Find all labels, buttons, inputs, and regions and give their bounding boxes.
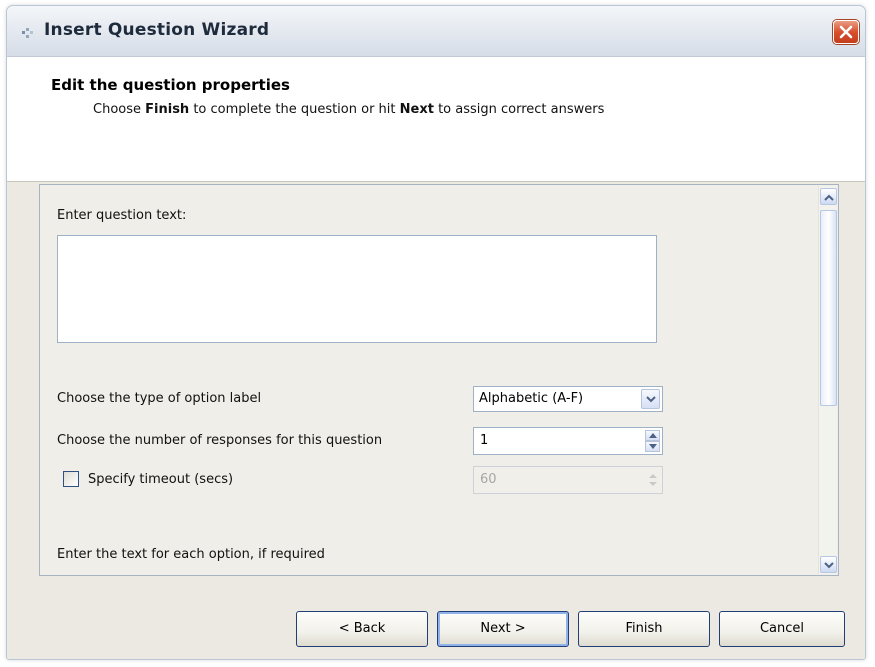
decrement-button[interactable] — [645, 441, 660, 452]
window-title: Insert Question Wizard — [44, 20, 270, 40]
wizard-window: Insert Question Wizard Edit the question… — [6, 5, 866, 660]
wizard-icon — [21, 25, 39, 41]
responses-label: Choose the number of responses for this … — [57, 433, 383, 448]
question-text-label: Enter question text: — [57, 208, 187, 223]
subtitle-text: to complete the question or hit — [189, 102, 400, 117]
timeout-spinner-icon — [647, 471, 659, 489]
subtitle-text: Choose — [93, 102, 146, 117]
responses-value: 1 — [480, 433, 489, 448]
timeout-value: 60 — [480, 472, 497, 487]
option-label-type-select[interactable]: Alphabetic (A-F) — [473, 386, 663, 412]
dropdown-button[interactable] — [641, 389, 660, 409]
title-bar[interactable]: Insert Question Wizard — [7, 6, 865, 57]
scroll-up-button[interactable] — [820, 188, 837, 205]
timeout-checkbox[interactable] — [63, 471, 79, 487]
finish-button[interactable]: Finish — [578, 611, 710, 647]
increment-button[interactable] — [645, 430, 660, 441]
subtitle-bold-finish: Finish — [145, 102, 190, 117]
question-text-input[interactable] — [57, 235, 657, 343]
next-button[interactable]: Next > — [437, 611, 569, 647]
timeout-checkbox-label: Specify timeout (secs) — [88, 472, 234, 487]
vertical-scrollbar[interactable] — [818, 186, 837, 574]
option-label-type-value: Alphabetic (A-F) — [479, 391, 584, 406]
close-button[interactable] — [833, 20, 859, 44]
timeout-input: 60 — [473, 466, 663, 494]
option-label-type-label: Choose the type of option label — [57, 391, 262, 406]
page-subtitle: Choose Finish to complete the question o… — [93, 102, 604, 117]
wizard-header: Edit the question properties Choose Fini… — [7, 57, 865, 182]
option-text-label: Enter the text for each option, if requi… — [57, 547, 325, 562]
button-bar: < Back Next > Finish Cancel — [7, 584, 865, 659]
back-button[interactable]: < Back — [296, 611, 428, 647]
subtitle-text: to assign correct answers — [433, 102, 605, 117]
responses-stepper[interactable]: 1 — [473, 427, 663, 455]
properties-panel: Enter question text: Choose the type of … — [39, 184, 839, 576]
scrollbar-thumb[interactable] — [820, 210, 837, 406]
subtitle-bold-next: Next — [399, 102, 434, 117]
page-title: Edit the question properties — [51, 76, 290, 94]
scroll-down-button[interactable] — [820, 556, 837, 573]
cancel-button[interactable]: Cancel — [719, 611, 845, 647]
